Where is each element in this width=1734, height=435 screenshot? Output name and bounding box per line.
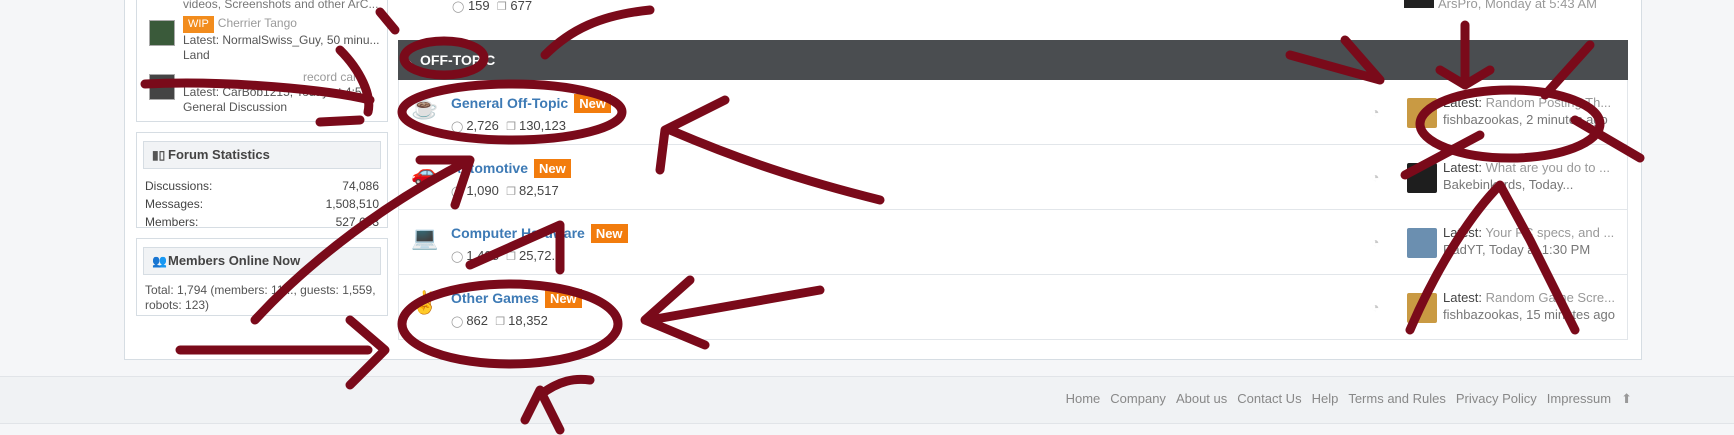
latest-user[interactable]: fishbazookas, 15 minutes ago bbox=[1443, 306, 1627, 323]
avatar bbox=[1404, 0, 1434, 8]
footer-link-terms[interactable]: Terms and Rules bbox=[1348, 391, 1446, 407]
forum-node[interactable]: ✌ Other Games New ◯ 862 ❐ 18,352 ◔ Latest: … bbox=[398, 275, 1628, 340]
forum-title-link[interactable]: Automotive bbox=[451, 160, 528, 176]
node-stats: ◯ 862 ❐ 18,352 bbox=[451, 313, 548, 328]
threads-icon: ◯ bbox=[451, 316, 464, 328]
scroll-top-icon[interactable]: ⬆ bbox=[1621, 391, 1632, 407]
footer-link-privacy[interactable]: Privacy Policy bbox=[1456, 391, 1537, 407]
threads-icon: ◯ bbox=[452, 1, 465, 13]
sidebar-snippet: videos, Screenshots and other ArC... bbox=[183, 0, 379, 11]
avatar[interactable] bbox=[1407, 293, 1437, 323]
node-stats: ◯ 2,726 ❐ 130,123 bbox=[451, 118, 566, 133]
sidebar: videos, Screenshots and other ArC... WIP… bbox=[136, 0, 388, 316]
forum-title-link[interactable]: General Off-Topic bbox=[451, 95, 568, 111]
footer-link-company[interactable]: Company bbox=[1110, 391, 1166, 407]
recent-thread-item[interactable]: WIP Cherrier Tango Latest: NormalSwiss_Gu… bbox=[143, 12, 381, 66]
latest-thread-link[interactable]: Random Game Scre... bbox=[1486, 290, 1615, 305]
node-stats: ◯ 159 ❐ 677 bbox=[452, 0, 533, 13]
latest-user[interactable]: RadYT, Today at 1:30 PM bbox=[1443, 241, 1627, 258]
forum-statistics-header: ▮▯ Forum Statistics bbox=[143, 141, 381, 169]
rss-icon[interactable]: ◔ bbox=[1371, 169, 1379, 185]
peace-hand-icon: ✌ bbox=[411, 290, 439, 315]
footer-link-contact[interactable]: Contact Us bbox=[1237, 391, 1301, 407]
threads-icon: ◯ bbox=[451, 186, 464, 198]
members-online-header[interactable]: 👥Members Online Now bbox=[143, 247, 381, 275]
avatar[interactable] bbox=[1407, 228, 1437, 258]
forum-statistics-block: ▮▯ Forum Statistics Discussions: 74,086 Me… bbox=[136, 132, 388, 229]
latest-user[interactable]: Bakebinkards, Today... bbox=[1443, 176, 1627, 193]
recent-thread-item[interactable]: record cars Latest: CarBob1215, Today at… bbox=[143, 66, 381, 120]
coffee-cup-icon: ☕ bbox=[411, 95, 439, 120]
footer-links: Home Company About us Contact Us Help Te… bbox=[1066, 391, 1632, 407]
latest-user[interactable]: fishbazookas, 2 minutes ago bbox=[1443, 111, 1627, 128]
stat-row: Discussions: 74,086 bbox=[145, 179, 379, 193]
users-icon: 👥 bbox=[152, 254, 167, 268]
new-badge: New bbox=[574, 94, 611, 113]
avatar[interactable] bbox=[1407, 98, 1437, 128]
thread-forum[interactable]: Land bbox=[183, 48, 381, 63]
thread-title[interactable]: Cherrier Tango bbox=[218, 16, 297, 30]
online-summary: Total: 1,794 (members: 11..., guests: 1,… bbox=[145, 283, 376, 312]
thread-latest: Latest: CarBob1215, Today at 4:5... bbox=[183, 85, 372, 99]
thread-title[interactable]: record cars bbox=[303, 70, 363, 84]
members-online-block: 👥Members Online Now Total: 1,794 (member… bbox=[136, 238, 388, 316]
new-badge: New bbox=[590, 224, 628, 243]
latest-thread-link[interactable]: Random Posting Th... bbox=[1486, 95, 1612, 110]
stat-row: Messages: 1,508,510 bbox=[145, 197, 379, 211]
rss-icon[interactable]: ◔ bbox=[1371, 299, 1379, 315]
thread-forum[interactable]: General Discussion bbox=[183, 100, 381, 115]
footer-link-home[interactable]: Home bbox=[1066, 391, 1101, 407]
avatar bbox=[149, 74, 175, 100]
new-badge: New bbox=[534, 159, 571, 178]
footer-link-impressum[interactable]: Impressum bbox=[1547, 391, 1611, 407]
block-title: Members Online Now bbox=[168, 253, 301, 268]
laptop-icon: 💻 bbox=[411, 225, 439, 250]
rss-icon[interactable]: ◔ bbox=[1371, 234, 1379, 250]
previous-node-row: ◯ 159 ❐ 677 ArsPro, Monday at 5:43 AM bbox=[398, 0, 1628, 40]
forum-list: ◯ 159 ❐ 677 ArsPro, Monday at 5:43 AM ◣ … bbox=[398, 0, 1628, 340]
wip-badge: WIP bbox=[183, 16, 214, 33]
thread-latest: Latest: NormalSwiss_Guy, 50 minu... bbox=[183, 33, 380, 47]
recent-threads-block: videos, Screenshots and other ArC... WIP… bbox=[136, 0, 388, 122]
forum-title-link[interactable]: Computer Hardware bbox=[451, 225, 585, 241]
latest-user[interactable]: ArsPro, Monday at 5:43 AM bbox=[1438, 0, 1597, 11]
messages-icon: ❐ bbox=[506, 251, 516, 263]
category-title[interactable]: OFF-TOPIC bbox=[420, 52, 495, 68]
rss-icon[interactable]: ◔ bbox=[1371, 104, 1379, 120]
node-stats: ◯ 1,408 ❐ 25,72... bbox=[451, 248, 563, 263]
footer-link-about[interactable]: About us bbox=[1176, 391, 1227, 407]
block-title: Forum Statistics bbox=[168, 147, 270, 162]
forum-node[interactable]: 💻 Computer Hardware New ◯ 1,408 ❐ 25,72... … bbox=[398, 210, 1628, 275]
new-badge: New bbox=[544, 289, 582, 308]
messages-icon: ❐ bbox=[496, 1, 507, 13]
forum-node[interactable]: ☕ General Off-Topic New ◯ 2,726 ❐ 130,123 ◔… bbox=[398, 80, 1628, 145]
forum-title-link[interactable]: Other Games bbox=[451, 290, 539, 306]
threads-icon: ◯ bbox=[451, 251, 464, 263]
threads-icon: ◯ bbox=[451, 121, 464, 133]
latest-thread-link[interactable]: What are you do to ... bbox=[1486, 160, 1610, 175]
footer-link-help[interactable]: Help bbox=[1312, 391, 1339, 407]
messages-icon: ❐ bbox=[495, 316, 506, 328]
messages-icon: ❐ bbox=[506, 186, 516, 198]
stat-row: Members: 527,603 bbox=[145, 215, 379, 229]
bar-chart-icon: ▮▯ bbox=[152, 148, 166, 162]
avatar bbox=[149, 20, 175, 46]
car-icon: 🚗 bbox=[411, 160, 439, 185]
forum-node[interactable]: 🚗 Automotive New ◯ 1,090 ❐ 82,517 ◔ Latest:… bbox=[398, 145, 1628, 210]
latest-thread-link[interactable]: Your PC specs, and ... bbox=[1485, 225, 1614, 240]
footer: Home Company About us Contact Us Help Te… bbox=[0, 376, 1734, 424]
tag-icon: ◣ bbox=[405, 53, 415, 67]
category-header[interactable]: ◣ OFF-TOPIC bbox=[398, 40, 1628, 80]
messages-icon: ❐ bbox=[506, 121, 516, 133]
node-stats: ◯ 1,090 ❐ 82,517 bbox=[451, 183, 559, 198]
avatar[interactable] bbox=[1407, 163, 1437, 193]
